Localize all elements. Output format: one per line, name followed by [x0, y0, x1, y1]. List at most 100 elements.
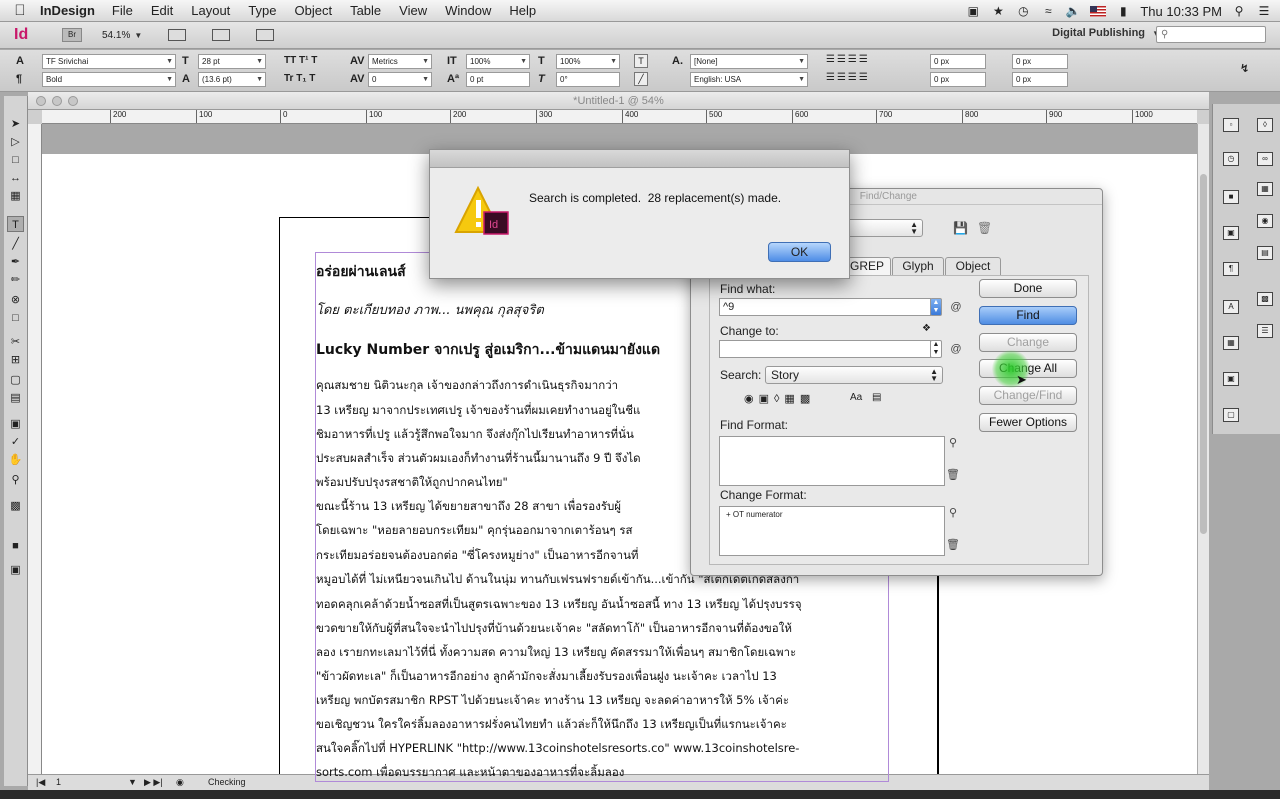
- vertical-ruler[interactable]: [28, 124, 42, 774]
- body-line[interactable]: สนใจคลิ๊กไปที่ HYPERLINK "http://www.13c…: [316, 740, 799, 758]
- align-left-icon[interactable]: ☰☰☰☰: [826, 54, 870, 65]
- page-tool-icon[interactable]: □: [7, 152, 24, 168]
- list-icon[interactable]: ☰: [1256, 4, 1272, 18]
- layers-panel-icon[interactable]: ◊: [1257, 118, 1273, 132]
- search-scope-select[interactable]: Story ▲ ▼: [765, 366, 943, 384]
- done-button[interactable]: Done: [979, 279, 1077, 298]
- type-tool-icon[interactable]: T: [7, 216, 24, 232]
- change-button[interactable]: Change: [979, 333, 1077, 352]
- info-icon[interactable]: ❖: [922, 323, 931, 334]
- tab-object[interactable]: Object: [945, 257, 1001, 275]
- menu-help[interactable]: Help: [500, 3, 545, 18]
- wifi-icon[interactable]: ≈: [1040, 4, 1056, 18]
- find-button[interactable]: Find: [979, 306, 1077, 325]
- help-search-input[interactable]: ⚲: [1156, 26, 1266, 43]
- rectangle-tool-icon[interactable]: □: [7, 310, 24, 326]
- body-line[interactable]: โดยเฉพาะ "หอยลายอบกระเทียม" คุกรุ่นออกมา…: [316, 522, 633, 540]
- fill-stroke-icon[interactable]: ▩: [7, 498, 24, 514]
- battery-icon[interactable]: ▮: [1115, 4, 1131, 18]
- body-line[interactable]: ขณะนี้ร้าน 13 เหรียญ ได้ขยายสาขาถึง 28 ส…: [316, 498, 621, 516]
- gap-tool-icon[interactable]: ↔: [7, 170, 24, 186]
- bridge-button[interactable]: Br: [62, 28, 82, 42]
- query-select[interactable]: ▲ ▼: [841, 219, 923, 237]
- article-subhead[interactable]: Lucky Number จากเปรู สู่อเมริกา...ข้ามแด…: [316, 339, 660, 361]
- leading-field[interactable]: (13.6 pt) ▼: [198, 72, 266, 87]
- content-collector-icon[interactable]: ▦: [7, 188, 24, 204]
- justify-icon[interactable]: ☰☰☰☰: [826, 72, 870, 83]
- color-panel-icon[interactable]: ▦: [1257, 182, 1273, 196]
- volume-icon[interactable]: 🔈: [1065, 4, 1081, 18]
- zoom-level[interactable]: 54.1%: [102, 30, 130, 41]
- horizontal-scale-field[interactable]: 100% ▼: [556, 54, 620, 69]
- skew-field[interactable]: 0°: [556, 72, 620, 87]
- change-to-dropdown[interactable]: ▲ ▼: [930, 340, 942, 358]
- menu-file[interactable]: File: [103, 3, 142, 18]
- star-icon[interactable]: ★: [990, 4, 1006, 18]
- delete-query-icon[interactable]: 🗑: [977, 221, 992, 235]
- text-wrap-panel-icon[interactable]: ▣: [1223, 226, 1239, 240]
- menu-view[interactable]: View: [390, 3, 436, 18]
- character-mode-icon[interactable]: A: [16, 55, 24, 67]
- effects-panel-icon[interactable]: ◉: [1257, 214, 1273, 228]
- close-window-button[interactable]: [36, 96, 46, 106]
- next-page-icon[interactable]: ▶ ▶|: [144, 775, 163, 790]
- small-caps-icon[interactable]: Tr T₁ T: [284, 73, 315, 84]
- save-query-icon[interactable]: 💾: [953, 221, 968, 235]
- buttons-panel-icon[interactable]: ▢: [1223, 408, 1239, 422]
- clock[interactable]: Thu 10:33 PM: [1140, 4, 1222, 19]
- first-page-icon[interactable]: |◀: [36, 775, 45, 790]
- case-sensitive-icon[interactable]: Aa: [850, 392, 862, 403]
- body-line[interactable]: พร้อมปรับปรุงรสชาติให้ถูกปากคนไทย": [316, 474, 508, 492]
- body-line[interactable]: 13 เหรียญ มาจากประเทศเปรู เจ้าของร้านที่…: [316, 402, 640, 420]
- clear-change-format-icon[interactable]: 🗑: [946, 538, 960, 552]
- screen-mode-tool-icon[interactable]: ▣: [7, 562, 24, 578]
- body-line[interactable]: ประสบผลสำเร็จ ส่วนตัวผมเองก็ทำงานที่ร้าน…: [316, 450, 641, 468]
- swatches-panel-icon[interactable]: ■: [1223, 190, 1239, 204]
- text-fill-icon[interactable]: T: [634, 54, 648, 68]
- eyedropper-tool-icon[interactable]: ✓: [7, 434, 24, 450]
- body-line[interactable]: ชิมอาหารที่เปรู แล้วรู้สึกพอใจมาก จึงส่ง…: [316, 426, 634, 444]
- body-line[interactable]: "ข้าวผัดทะเล" ก็เป็นอาหารอีกอย่าง ลูกค้า…: [316, 668, 777, 686]
- paragraph-mode-icon[interactable]: ¶: [16, 73, 22, 85]
- flag-icon[interactable]: [1090, 5, 1107, 17]
- vertical-scale-field[interactable]: 100% ▼: [466, 54, 530, 69]
- tab-grep[interactable]: GREP: [843, 257, 891, 275]
- time-machine-icon[interactable]: ◷: [1015, 4, 1031, 18]
- gradient-panel-icon[interactable]: ▤: [1257, 246, 1273, 260]
- screen-mode-icon[interactable]: [212, 29, 231, 41]
- change-format-box[interactable]: + OT numerator: [719, 506, 945, 556]
- zoom-window-button[interactable]: [68, 96, 78, 106]
- first-line-indent-field[interactable]: 0 px: [930, 72, 986, 87]
- apply-color-icon[interactable]: ■: [7, 538, 24, 554]
- gradient-feather-tool-icon[interactable]: ▤: [7, 390, 24, 406]
- body-line[interactable]: เหรียญ พกบัตรสมาชิก RPST ไปด้วยนะเจ้าคะ …: [316, 692, 789, 710]
- stroke-panel-icon[interactable]: ∞: [1257, 152, 1273, 166]
- rectangle-frame-tool-icon[interactable]: ⊗: [7, 292, 24, 308]
- line-tool-icon[interactable]: ╱: [7, 236, 24, 252]
- body-line[interactable]: sorts.com เพื่อดบรรยากาศ และหน้าตาของอาห…: [316, 764, 624, 776]
- tracking-field[interactable]: 0 ▼: [368, 72, 432, 87]
- chevron-down-icon[interactable]: ▼: [128, 775, 137, 790]
- lightning-icon[interactable]: ↯: [1240, 62, 1249, 75]
- character-styles-panel-icon[interactable]: A: [1223, 300, 1239, 314]
- body-line[interactable]: ทอดคลุกเคล้าด้วยน้ำซอสที่เป็นสูตรเฉพาะขอ…: [316, 596, 802, 614]
- specify-change-format-icon[interactable]: ⚲: [946, 506, 960, 520]
- view-options-icon[interactable]: [168, 29, 187, 41]
- font-family-field[interactable]: TF Srivichai ▼: [42, 54, 176, 69]
- note-tool-icon[interactable]: ▣: [7, 416, 24, 432]
- tab-glyph[interactable]: Glyph: [892, 257, 944, 275]
- search-options-icons[interactable]: ◉▣◊▦▩: [744, 392, 815, 405]
- menu-layout[interactable]: Layout: [182, 3, 239, 18]
- body-line[interactable]: กระเทียมอร่อยจนต้องบอกต่อ "ซี่โครงหมูย่า…: [316, 547, 639, 565]
- body-line[interactable]: ขวดขายให้กับผู้ที่สนใจจะนำไปปรุงที่บ้านด…: [316, 620, 792, 638]
- apple-icon[interactable]: : [0, 2, 40, 19]
- paragraph-styles-panel-icon[interactable]: ¶: [1223, 262, 1239, 276]
- body-line[interactable]: คุณสมชาย นิติวนะกุล เจ้าของกล่าวถึงการดำ…: [316, 377, 618, 395]
- all-caps-icon[interactable]: TT T¹ T: [284, 55, 317, 66]
- scroll-thumb[interactable]: [1200, 174, 1207, 534]
- article-headline[interactable]: อร่อยผ่านเลนส์: [316, 261, 406, 283]
- character-style-field[interactable]: [None] ▼: [690, 54, 808, 69]
- special-characters-icon[interactable]: @: [949, 342, 963, 356]
- clear-find-format-icon[interactable]: 🗑: [946, 468, 960, 482]
- font-size-field[interactable]: 28 pt ▼: [198, 54, 266, 69]
